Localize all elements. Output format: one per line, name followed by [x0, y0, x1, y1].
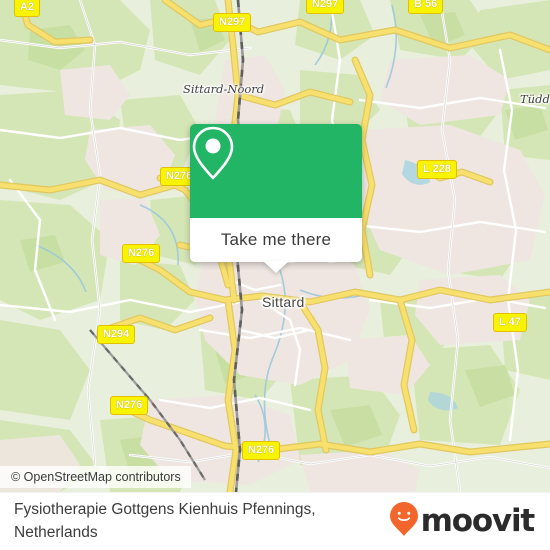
map-attribution[interactable]: © OpenStreetMap contributors	[0, 466, 191, 488]
place-name-line2: Netherlands	[14, 523, 98, 541]
location-callout[interactable]: Take me there	[190, 124, 362, 273]
place-name: Fysiotherapie Gottgens Kienhuis Pfenning…	[14, 499, 316, 544]
moovit-wordmark: moovit	[420, 503, 536, 539]
take-me-there-button[interactable]: Take me there	[221, 230, 331, 250]
map-canvas[interactable]: Sittard-Noord Tüdd Sittard A2 N297 N297 …	[0, 0, 550, 492]
callout-header	[190, 124, 362, 218]
attribution-text: © OpenStreetMap contributors	[11, 470, 181, 484]
footer-bar: Fysiotherapie Gottgens Kienhuis Pfenning…	[0, 492, 550, 550]
map-screenshot: Sittard-Noord Tüdd Sittard A2 N297 N297 …	[0, 0, 550, 550]
place-name-line1: Fysiotherapie Gottgens Kienhuis Pfenning…	[14, 501, 316, 519]
callout-pointer	[263, 261, 289, 273]
moovit-logo[interactable]: moovit	[389, 501, 536, 542]
callout-action-area[interactable]: Take me there	[190, 218, 362, 273]
moovit-smiley-pin-icon	[389, 501, 419, 542]
